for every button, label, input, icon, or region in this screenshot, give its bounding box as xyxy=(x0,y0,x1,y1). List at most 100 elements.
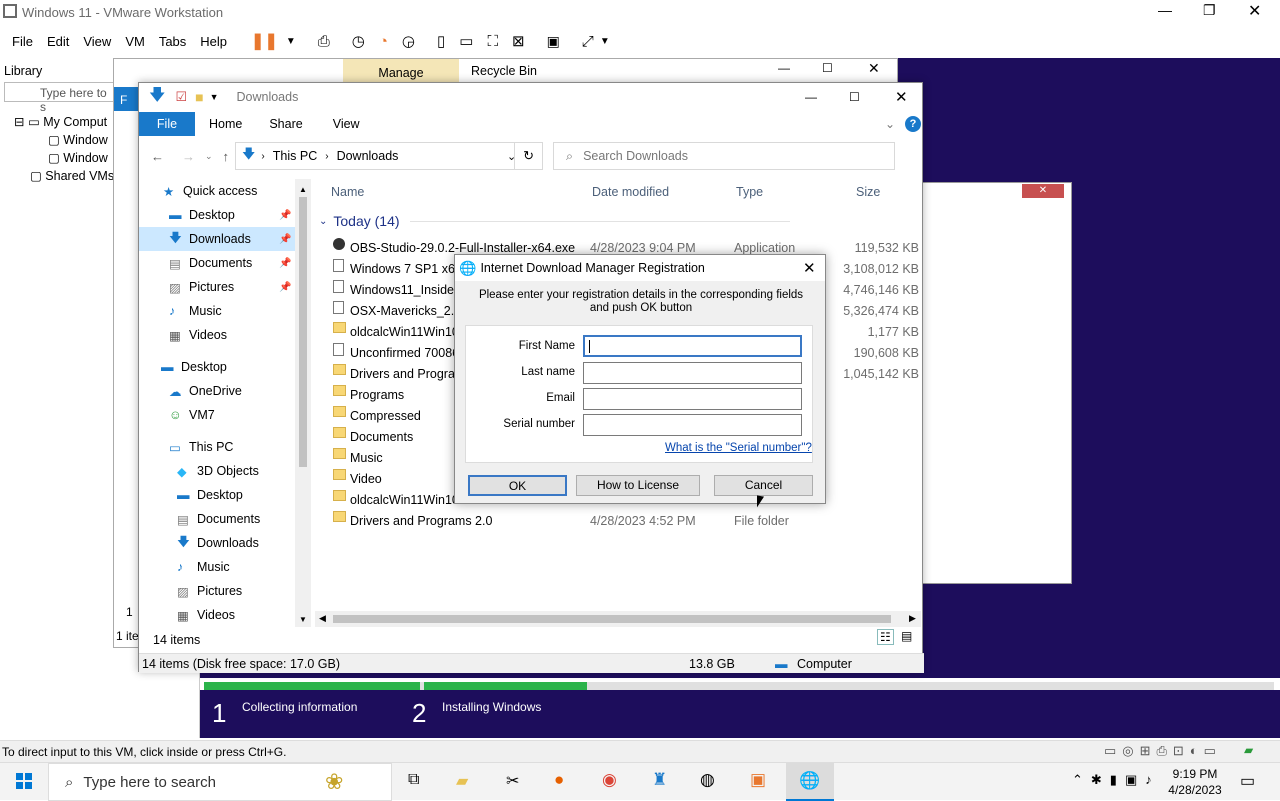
dropdown-icon[interactable]: ▼ xyxy=(286,36,296,47)
file-row[interactable]: Drivers and Programs 2.0 4/28/2023 4:52 P… xyxy=(333,511,923,532)
tool-icon[interactable]: ✂ xyxy=(506,771,519,791)
library-search[interactable]: Type here to s xyxy=(4,82,114,114)
start-icon[interactable] xyxy=(16,773,32,789)
ribbon-expand-icon[interactable]: ⌄ xyxy=(885,117,895,131)
vmware-icon[interactable]: ▣ xyxy=(750,770,766,790)
address-dropdown-icon[interactable]: ⌄ xyxy=(507,150,516,163)
pause-icon[interactable]: ❚❚ xyxy=(251,31,278,51)
nav-item[interactable]: ♪ Music xyxy=(139,299,311,323)
forward-icon[interactable]: → xyxy=(182,149,195,164)
nav-item[interactable]: ▨ Pictures 📌 xyxy=(139,275,311,299)
snapshot-icon[interactable]: ◷ xyxy=(352,32,365,50)
file-explorer-icon[interactable]: ▰ xyxy=(456,771,468,791)
ok-button[interactable]: OK xyxy=(468,475,567,496)
device-icons[interactable]: ▭◎⊞⎙⊡◐▭ xyxy=(1104,743,1222,759)
help-icon[interactable]: ? xyxy=(905,116,921,132)
details-view-icon[interactable]: ☷ xyxy=(877,629,894,645)
nav-item[interactable]: ▬ Desktop 📌 xyxy=(139,203,311,227)
tree-vm-1[interactable]: ▢ Window xyxy=(48,132,108,147)
column-size[interactable]: Size xyxy=(856,185,880,199)
nav-item[interactable]: ▦ Videos xyxy=(139,603,311,627)
address-bar[interactable]: 🡇 › This PC › Downloads ⌄ xyxy=(235,142,516,170)
close-icon[interactable]: ✕ xyxy=(1248,1,1261,21)
notification-icon[interactable]: ▭ xyxy=(1240,771,1255,791)
menu-view[interactable]: View xyxy=(83,34,111,49)
new-folder-icon[interactable]: ■ xyxy=(195,89,203,105)
close-icon[interactable]: ✕ xyxy=(868,60,880,77)
back-icon[interactable]: ← xyxy=(151,149,164,164)
snapshot-manager-icon[interactable]: ◶ xyxy=(402,32,415,50)
minimize-icon[interactable]: — xyxy=(1158,2,1172,18)
properties-icon[interactable]: ☑ xyxy=(175,89,187,105)
tabs-view-icon[interactable]: ▭ xyxy=(459,32,473,50)
nav-scrollbar[interactable]: ▲ ▼ xyxy=(295,179,311,627)
column-type[interactable]: Type xyxy=(736,185,763,199)
nav-item[interactable]: ◆ 3D Objects xyxy=(139,459,311,483)
large-icons-view-icon[interactable]: ▤ xyxy=(901,629,912,643)
minimize-icon[interactable]: — xyxy=(805,90,817,104)
refresh-button[interactable]: ↻ xyxy=(515,142,544,170)
unity-icon[interactable]: ⊠ xyxy=(512,32,525,50)
maximize-icon[interactable]: ☐ xyxy=(849,90,860,104)
tree-shared-vms[interactable]: ▢ Shared VMs xyxy=(30,168,114,183)
task-view-icon[interactable]: ⧉ xyxy=(408,771,419,789)
nav-item[interactable]: ▤ Documents xyxy=(139,507,311,531)
revert-icon[interactable]: ◔ xyxy=(379,33,388,50)
search-box[interactable]: ⌕ Search Downloads xyxy=(553,142,896,170)
nav-item[interactable]: ▬ Desktop xyxy=(139,483,311,507)
ribbon-file-tab[interactable]: File xyxy=(139,112,195,136)
idm-registration-dialog[interactable]: 🌐 Internet Download Manager Registration… xyxy=(454,254,826,504)
close-icon[interactable]: ✕ xyxy=(803,259,816,277)
how-to-license-button[interactable]: How to License xyxy=(576,475,700,496)
tray-icons[interactable]: ⌃✱▮▣♪ xyxy=(1072,772,1160,788)
ribbon-view-tab[interactable]: View xyxy=(333,117,360,131)
setup-close-button[interactable]: ✕ xyxy=(1022,184,1064,198)
ribbon-share-tab[interactable]: Share xyxy=(269,117,302,131)
minimize-icon[interactable]: — xyxy=(778,61,790,75)
taskbar-search[interactable]: ⌕ Type here to search ❀ xyxy=(48,763,392,801)
ribbon-home-tab[interactable]: Home xyxy=(209,117,242,131)
breadcrumb-downloads[interactable]: Downloads xyxy=(337,149,399,163)
up-icon[interactable]: ↑ xyxy=(223,149,230,164)
tree-my-computer[interactable]: ⊟ ▭ My Comput xyxy=(14,114,107,129)
pin-icon[interactable]: 📌 xyxy=(279,282,291,293)
nav-item[interactable]: ☺ VM7 xyxy=(139,403,311,427)
stretch-icon[interactable]: ⤢ xyxy=(582,33,594,50)
serial-field[interactable] xyxy=(583,414,802,436)
menu-vm[interactable]: VM xyxy=(125,34,145,49)
send-keys-icon[interactable]: ⎙ xyxy=(318,33,330,50)
manage-tab[interactable]: Manage xyxy=(343,59,459,83)
breadcrumb-this-pc[interactable]: This PC xyxy=(273,149,317,163)
firefox-icon[interactable]: ● xyxy=(554,770,564,790)
nav-item[interactable]: 🡇 Downloads 📌 xyxy=(139,227,295,251)
first-name-field[interactable] xyxy=(583,335,802,357)
clock[interactable]: 9:19 PM 4/28/2023 xyxy=(1160,766,1230,798)
h-scrollbar[interactable]: ◀ ▶ xyxy=(315,611,921,627)
email-field[interactable] xyxy=(583,388,802,410)
nav-item[interactable]: ♪ Music xyxy=(139,555,311,579)
nav-item[interactable]: ☁ OneDrive xyxy=(139,379,311,403)
dropdown-icon[interactable]: ▼ xyxy=(600,36,610,47)
last-name-field[interactable] xyxy=(583,362,802,384)
fullscreen-icon[interactable]: ⛶ xyxy=(487,33,498,50)
menu-file[interactable]: File xyxy=(12,34,33,49)
chrome-icon[interactable]: ◉ xyxy=(602,770,617,790)
group-header[interactable]: ⌄ Today (14) xyxy=(319,213,790,229)
pin-icon[interactable]: 📌 xyxy=(279,258,291,269)
obs-icon[interactable]: ◍ xyxy=(700,770,715,790)
nav-item[interactable]: ▭ This PC xyxy=(139,435,311,459)
qat-dropdown-icon[interactable]: ▼ xyxy=(210,92,219,102)
serial-help-link[interactable]: What is the "Serial number"? xyxy=(665,442,812,454)
column-name[interactable]: Name xyxy=(331,185,364,199)
nav-item[interactable]: ★ Quick access xyxy=(139,179,311,203)
nav-item[interactable]: ▨ Pictures xyxy=(139,579,311,603)
nav-item[interactable]: 🡇 Downloads xyxy=(139,531,311,555)
nav-item[interactable]: ▤ Documents 📌 xyxy=(139,251,311,275)
column-date[interactable]: Date modified xyxy=(592,185,669,199)
console-icon[interactable]: ▣ xyxy=(547,33,560,50)
pin-icon[interactable]: 📌 xyxy=(279,234,291,245)
nav-item[interactable]: ▦ Videos xyxy=(139,323,311,347)
app-icon[interactable]: ♜ xyxy=(652,770,667,790)
recent-icon[interactable]: ⌄ xyxy=(205,151,213,162)
message-icon[interactable]: ▰ xyxy=(1244,743,1253,757)
